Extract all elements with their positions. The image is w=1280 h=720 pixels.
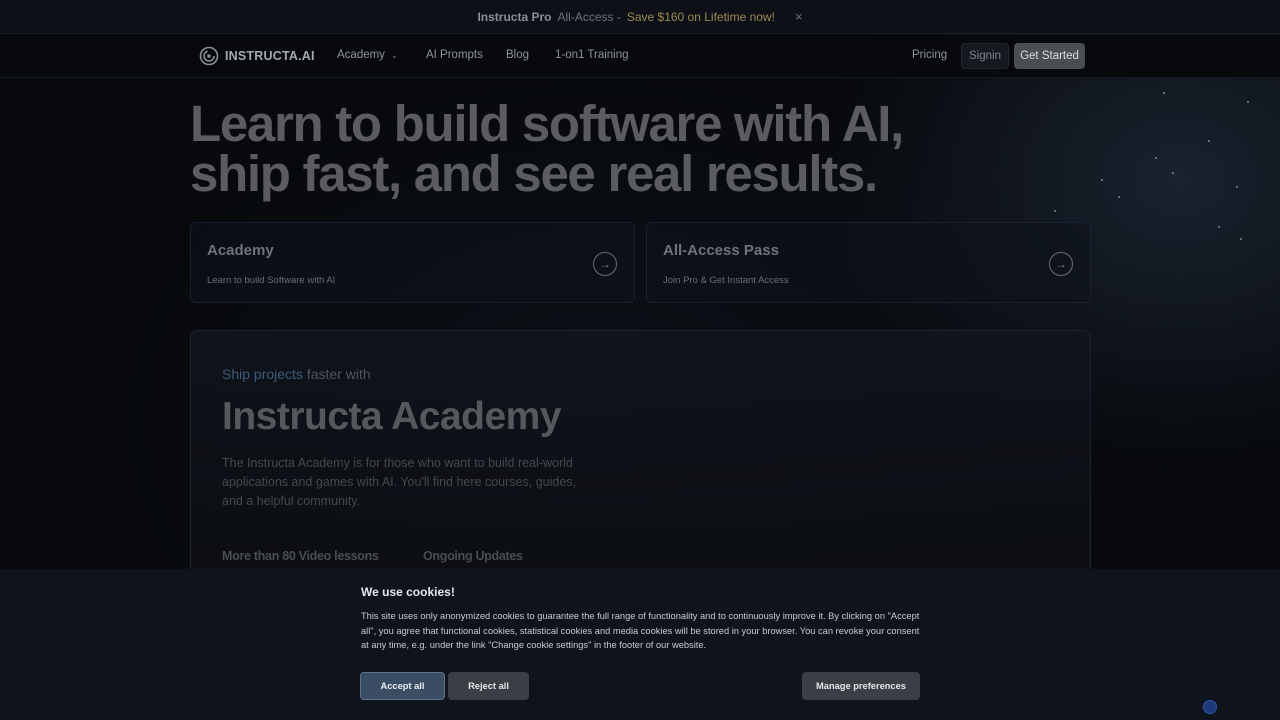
nav-item-training[interactable]: 1-on1 Training [555,49,629,61]
academy-panel: Ship projects faster with Instructa Acad… [190,330,1091,590]
hero-heading: Learn to build software with AI, ship fa… [190,95,1090,202]
top-navigation: INSTRUCTA.AI Academy ⌄ AI Prompts Blog 1-… [0,35,1280,78]
cookie-text: This site uses only anonymized cookies t… [361,611,920,650]
cookie-title: We use cookies! [361,585,455,599]
hero-line-1: Learn to build software with AI, [190,95,904,152]
card-academy[interactable]: Academy Learn to build Software with AI … [190,222,635,303]
panel-kicker-rest: faster with [306,366,371,382]
get-started-button[interactable]: Get Started [1014,43,1085,69]
card-subtitle: Learn to build Software with AI [207,275,336,286]
accept-all-button[interactable]: Accept all [360,672,445,700]
panel-title: Instructa Academy [222,395,562,438]
nav-item-label: Academy [337,49,385,61]
nav-item-pricing[interactable]: Pricing [912,49,947,61]
card-title: All-Access Pass [663,242,779,259]
feature-ongoing-updates: Ongoing Updates [423,549,523,563]
signin-button[interactable]: Signin [961,43,1009,69]
arrow-right-icon: → [593,252,617,276]
spiral-logo-icon [199,46,219,66]
manage-preferences-button[interactable]: Manage preferences [802,672,920,700]
arrow-right-icon: → [1049,252,1073,276]
feature-video-lessons: More than 80 Video lessons [222,549,379,563]
nav-item-blog[interactable]: Blog [506,49,529,61]
card-title: Academy [207,242,274,259]
nav-item-ai-prompts[interactable]: AI Prompts [426,49,483,61]
logo-text: INSTRUCTA.AI [225,49,315,63]
nav-item-academy[interactable]: Academy ⌄ [337,49,398,61]
cookie-banner: We use cookies! This site uses only anon… [0,569,1280,720]
card-all-access-pass[interactable]: All-Access Pass Join Pro & Get Instant A… [646,222,1091,303]
panel-kicker: Ship projects faster with [222,366,371,382]
card-subtitle: Join Pro & Get Instant Access [663,275,789,286]
reject-all-button[interactable]: Reject all [448,672,529,700]
promo-text: All-Access - [557,9,621,24]
logo[interactable]: INSTRUCTA.AI [199,46,315,66]
panel-description: The Instructa Academy is for those who w… [222,456,576,508]
close-icon[interactable]: × [795,9,803,24]
promo-offer[interactable]: Save $160 on Lifetime now! [627,10,775,24]
panel-kicker-highlight: Ship projects [222,366,303,382]
cookie-settings-icon[interactable] [1203,700,1217,714]
promo-brand: Instructa Pro [477,9,552,24]
chevron-down-icon: ⌄ [390,51,398,60]
hero-line-2: ship fast, and see real results. [190,145,878,202]
promo-banner[interactable]: Instructa Pro All-Access - Save $160 on … [0,0,1280,34]
